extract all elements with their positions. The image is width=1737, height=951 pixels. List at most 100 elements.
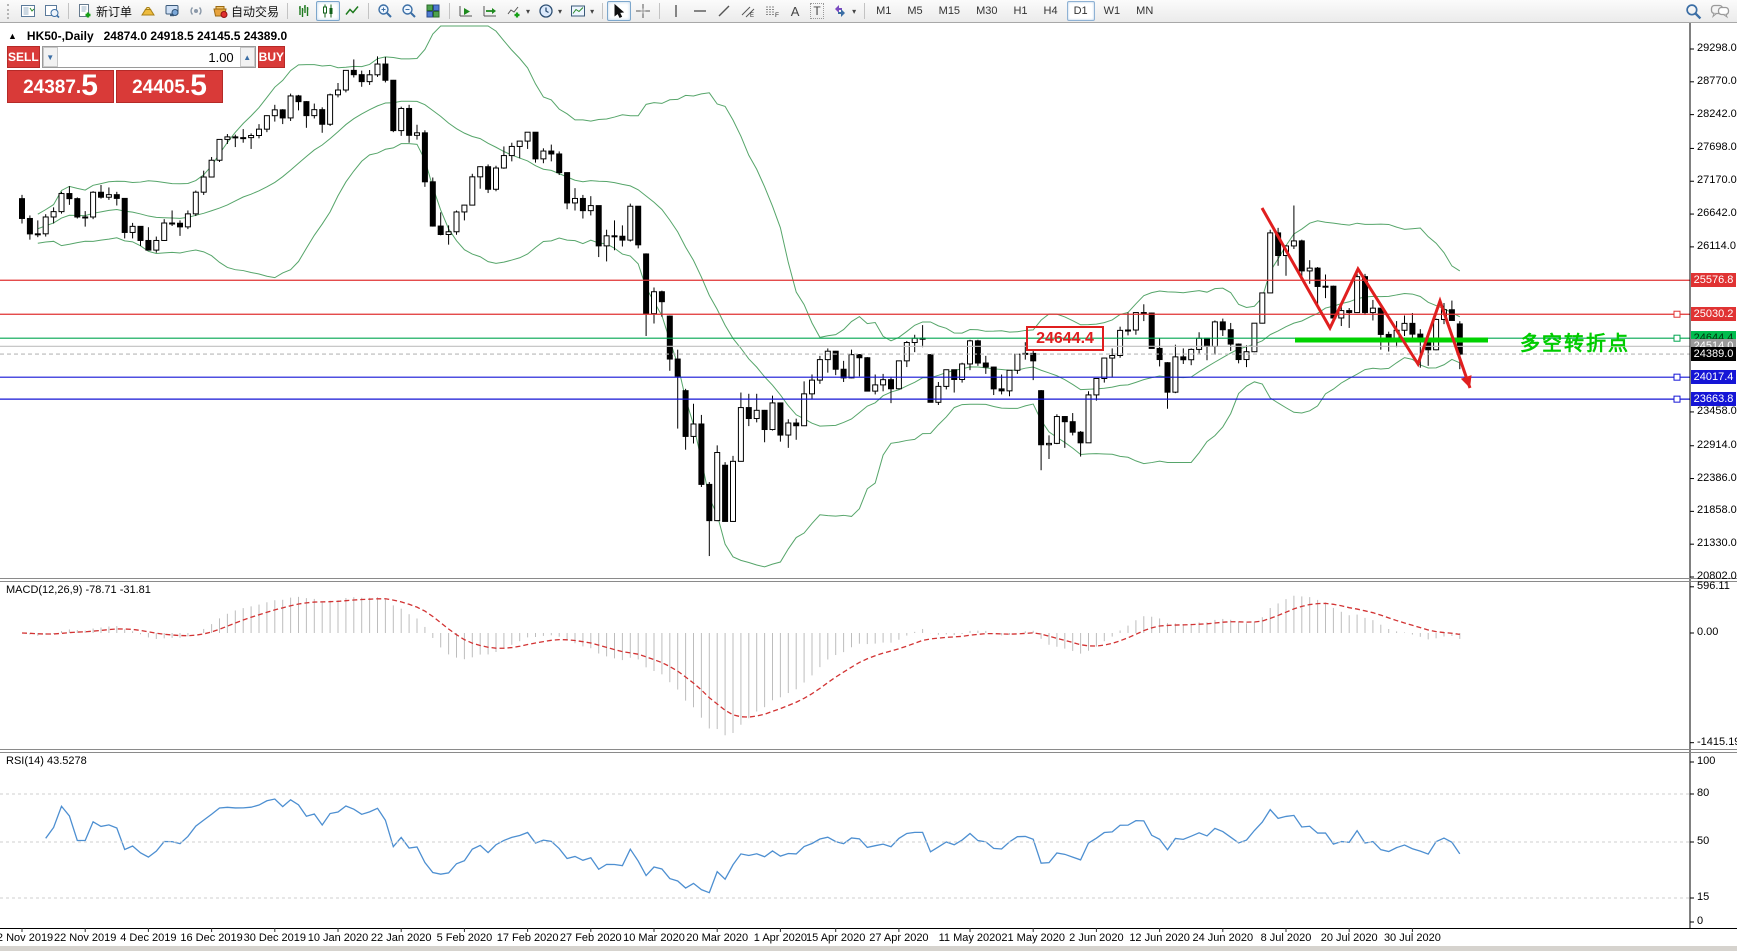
sell-button[interactable]: SELL xyxy=(7,46,40,68)
window-bottom-edge xyxy=(0,946,1737,951)
autotrading-icon xyxy=(212,3,228,19)
trendline-tool-button[interactable] xyxy=(712,1,736,21)
strategy-tester-button[interactable] xyxy=(160,1,184,21)
macd-label: MACD(12,26,9) -78.71 -31.81 xyxy=(6,584,151,596)
text-tool-button[interactable]: A xyxy=(784,1,806,21)
timeframe-button-m5[interactable]: M5 xyxy=(900,1,929,21)
tile-windows-icon xyxy=(425,3,441,19)
timeframe-button-d1[interactable]: D1 xyxy=(1067,1,1095,21)
chat-button[interactable] xyxy=(1706,1,1734,21)
chart-plot[interactable] xyxy=(0,23,1737,951)
indicators-button[interactable]: ▾ xyxy=(502,1,534,21)
trendline-icon xyxy=(716,3,732,19)
line-handle[interactable] xyxy=(1674,311,1680,317)
sell-price-display[interactable]: 24387.5 xyxy=(7,70,114,103)
zoom-out-icon xyxy=(401,3,417,19)
signals-button[interactable] xyxy=(184,1,208,21)
buy-price-display[interactable]: 24405.5 xyxy=(116,70,223,103)
collapse-triangle-icon[interactable]: ▲ xyxy=(8,31,17,41)
new-chart-button[interactable] xyxy=(16,1,40,21)
line-chart-button[interactable] xyxy=(340,1,364,21)
metaeditor-button[interactable] xyxy=(136,1,160,21)
new-chart-icon xyxy=(20,3,36,19)
timeframe-button-h4[interactable]: H4 xyxy=(1037,1,1065,21)
arrows-tool-button[interactable]: ▾ xyxy=(828,1,860,21)
metaeditor-icon xyxy=(140,3,156,19)
sell-price-int: 24387. xyxy=(23,75,81,101)
new-order-button[interactable]: 新订单 xyxy=(73,1,136,21)
profiles-button[interactable] xyxy=(40,1,64,21)
strategy-tester-icon xyxy=(164,3,180,19)
line-handle[interactable] xyxy=(1674,335,1680,341)
triangle-up-icon: ▲ xyxy=(243,53,251,62)
annotation-layer[interactable] xyxy=(1262,208,1488,388)
chart-shift-button[interactable] xyxy=(478,1,502,21)
timeframe-button-h1[interactable]: H1 xyxy=(1006,1,1034,21)
search-button[interactable] xyxy=(1681,1,1706,21)
text-label-icon: T xyxy=(810,3,823,19)
toolbar-separator xyxy=(602,3,603,19)
tile-windows-button[interactable] xyxy=(421,1,445,21)
text-label-tool-button[interactable]: T xyxy=(806,1,828,21)
search-icon xyxy=(1685,3,1702,20)
chart-canvas[interactable] xyxy=(0,23,1737,951)
line-handle[interactable] xyxy=(1674,374,1680,380)
volume-increase-button[interactable]: ▲ xyxy=(240,47,255,67)
bar-chart-button[interactable] xyxy=(292,1,316,21)
toolbar-grip[interactable] xyxy=(7,4,12,19)
dropdown-arrow-icon: ▾ xyxy=(526,7,530,16)
crosshair-icon xyxy=(635,3,651,19)
timeframe-button-mn[interactable]: MN xyxy=(1129,1,1160,21)
volume-input[interactable] xyxy=(58,47,240,67)
indicators-icon xyxy=(506,3,522,19)
bar-chart-icon xyxy=(296,3,312,19)
templates-button[interactable]: ▾ xyxy=(566,1,598,21)
timeframe-button-w1[interactable]: W1 xyxy=(1097,1,1128,21)
chart-symbol-period: HK50-,Daily xyxy=(27,29,94,43)
auto-scroll-icon xyxy=(458,3,474,19)
toolbar-separator xyxy=(287,3,288,19)
cursor-tool-button[interactable] xyxy=(607,1,631,21)
rsi-label: RSI(14) 43.5278 xyxy=(6,755,87,767)
candlestick-chart-button[interactable] xyxy=(316,1,340,21)
equidistant-channel-tool-button[interactable]: E xyxy=(736,1,760,21)
new-order-icon xyxy=(77,3,93,19)
periods-button[interactable]: ▾ xyxy=(534,1,566,21)
mt4-window: 新订单 自动交易 xyxy=(0,0,1737,951)
chart-shift-icon xyxy=(482,3,498,19)
zoom-in-button[interactable] xyxy=(373,1,397,21)
candlestick-chart-icon xyxy=(320,3,336,19)
timeframe-button-m15[interactable]: M15 xyxy=(932,1,967,21)
arrows-icon xyxy=(832,3,848,19)
text-tool-icon: A xyxy=(791,4,800,19)
chart-title: ▲ HK50-,Daily 24874.0 24918.5 24145.5 24… xyxy=(8,29,287,43)
zoom-out-button[interactable] xyxy=(397,1,421,21)
chart-ohlc-readout: 24874.0 24918.5 24145.5 24389.0 xyxy=(104,29,288,43)
buy-price-frac: 5 xyxy=(190,71,207,101)
volume-decrease-button[interactable]: ▼ xyxy=(43,47,58,67)
timeframe-button-m1[interactable]: M1 xyxy=(869,1,898,21)
toolbar-separator xyxy=(68,3,69,19)
dropdown-arrow-icon: ▾ xyxy=(590,7,594,16)
auto-scroll-button[interactable] xyxy=(454,1,478,21)
autotrading-button[interactable]: 自动交易 xyxy=(208,1,283,21)
one-click-trading-panel: SELL ▼ ▲ BUY 24387.5 24405.5 xyxy=(7,46,223,103)
axes-layer xyxy=(0,23,1737,932)
price-annotation-box[interactable]: 24644.4 xyxy=(1026,326,1104,351)
fibonacci-tool-button[interactable]: F xyxy=(760,1,784,21)
autotrading-label: 自动交易 xyxy=(231,3,279,20)
buy-price-int: 24405. xyxy=(132,75,190,101)
cursor-icon xyxy=(611,3,627,19)
volume-stepper: ▼ ▲ xyxy=(42,46,256,68)
crosshair-tool-button[interactable] xyxy=(631,1,655,21)
templates-icon xyxy=(570,3,586,19)
timeframe-button-m30[interactable]: M30 xyxy=(969,1,1004,21)
buy-button[interactable]: BUY xyxy=(258,46,285,68)
toolbar: 新订单 自动交易 xyxy=(0,0,1737,23)
sell-price-frac: 5 xyxy=(81,71,98,101)
horizontal-line-tool-button[interactable] xyxy=(688,1,712,21)
vertical-line-tool-button[interactable] xyxy=(664,1,688,21)
toolbar-separator xyxy=(449,3,450,19)
turning-point-note[interactable]: 多空转折点 xyxy=(1520,327,1630,356)
line-handle[interactable] xyxy=(1674,396,1680,402)
